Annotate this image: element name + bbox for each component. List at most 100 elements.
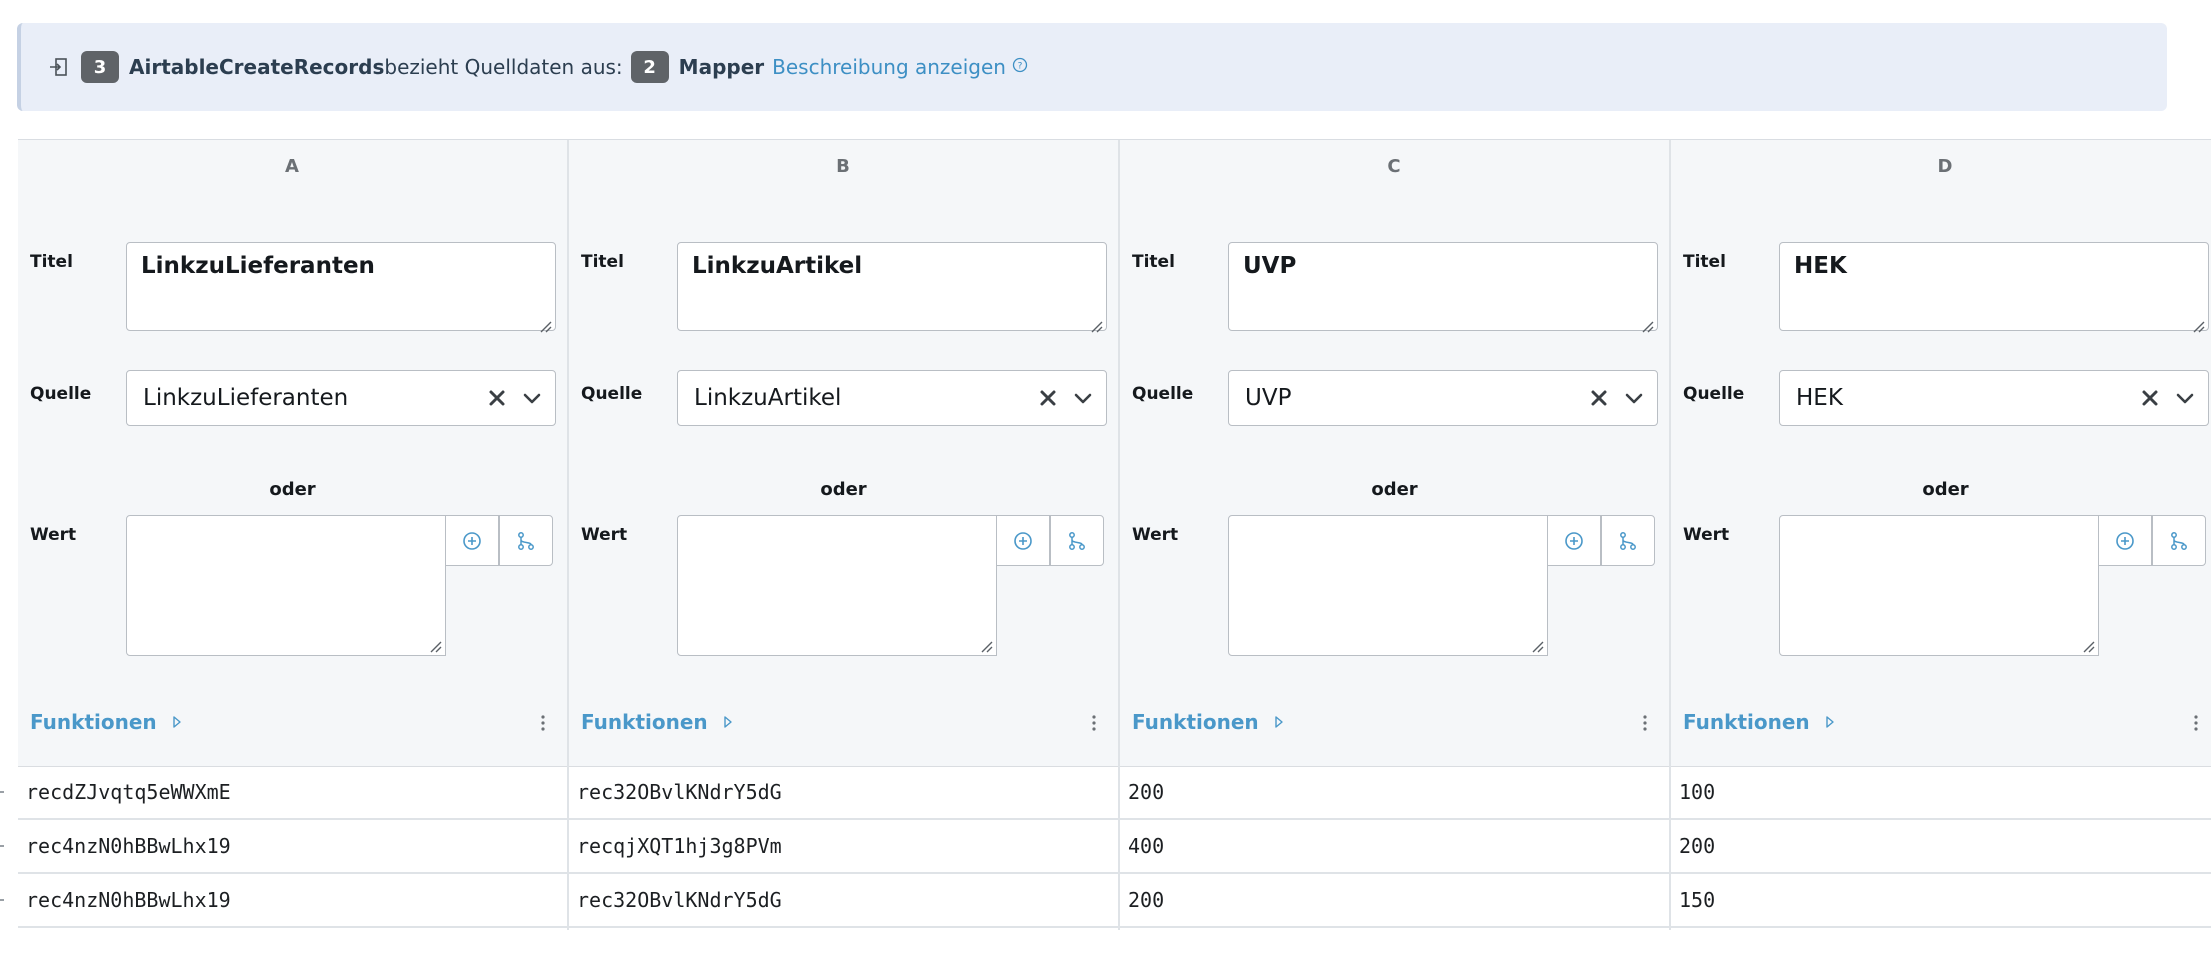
table-cell: rec4nzN0hBBwLhx19 — [18, 874, 567, 928]
insert-variable-button[interactable] — [996, 515, 1050, 566]
resize-handle-icon[interactable] — [428, 638, 442, 653]
titel-label: Titel — [1683, 252, 1726, 272]
table-cell: recdZJvqtq5eWWXmE — [18, 766, 567, 820]
mapping-column: B Titel LinkzuArtikel Quelle LinkzuArtik… — [569, 140, 1120, 930]
branch-icon — [2168, 530, 2190, 552]
funktionen-toggle[interactable]: Funktionen — [1132, 710, 1285, 734]
help-circle-icon[interactable]: ? — [1012, 54, 1028, 73]
funktionen-label: Funktionen — [1132, 710, 1259, 734]
titel-textarea[interactable]: LinkzuLieferanten — [126, 242, 556, 333]
more-vertical-icon[interactable] — [1090, 712, 1098, 734]
chevron-down-icon[interactable] — [521, 387, 543, 409]
source-step-badge: 2 — [630, 51, 669, 83]
clear-icon[interactable] — [487, 388, 507, 408]
svg-text:?: ? — [1018, 62, 1023, 72]
titel-value: LinkzuArtikel — [692, 253, 863, 279]
resize-handle-icon[interactable] — [2081, 638, 2095, 653]
chevron-down-icon[interactable] — [1623, 387, 1645, 409]
table-cell: 200 — [1120, 874, 1669, 928]
quelle-label: Quelle — [581, 384, 643, 404]
step-name: AirtableCreateRecords — [129, 55, 385, 79]
column-header: D Titel HEK Quelle HEK oder Wert Funktio… — [1671, 140, 2211, 767]
titel-textarea[interactable]: HEK — [1779, 242, 2209, 333]
column-letter: D — [1937, 156, 1954, 177]
source-info-banner: 3 AirtableCreateRecords bezieht Quelldat… — [17, 23, 2167, 111]
quelle-value: UVP — [1245, 385, 1292, 411]
source-step-name: Mapper — [678, 55, 765, 79]
wert-textarea[interactable] — [677, 515, 997, 656]
insert-variable-button[interactable] — [445, 515, 499, 566]
funktionen-toggle[interactable]: Funktionen — [1683, 710, 1836, 734]
sign-in-icon — [47, 56, 69, 78]
titel-textarea[interactable]: UVP — [1228, 242, 1658, 333]
caret-right-icon — [1810, 716, 1836, 728]
clear-icon[interactable] — [2140, 388, 2160, 408]
table-cell: 150 — [1671, 874, 2211, 928]
caret-right-icon — [157, 716, 183, 728]
more-vertical-icon[interactable] — [1641, 712, 1649, 734]
column-letter: A — [285, 156, 300, 177]
quelle-select[interactable]: HEK — [1779, 370, 2209, 426]
branch-icon — [515, 530, 537, 552]
show-description-link[interactable]: Beschreibung anzeigen — [772, 55, 1006, 79]
titel-label: Titel — [581, 252, 624, 272]
resize-handle-icon[interactable] — [979, 638, 993, 653]
column-letter: C — [1387, 156, 1402, 177]
branch-icon — [1066, 530, 1088, 552]
quelle-value: LinkzuArtikel — [694, 385, 842, 411]
resize-handle-icon[interactable] — [1530, 638, 1544, 653]
plus-circle-icon — [1563, 530, 1585, 552]
funktionen-label: Funktionen — [30, 710, 157, 734]
table-cell: recqjXQT1hj3g8PVm — [569, 820, 1118, 874]
map-field-button[interactable] — [2152, 515, 2206, 566]
funktionen-toggle[interactable]: Funktionen — [581, 710, 734, 734]
resize-handle-icon[interactable] — [2191, 313, 2205, 333]
wert-label: Wert — [1132, 525, 1179, 545]
quelle-select[interactable]: LinkzuArtikel — [677, 370, 1107, 426]
chevron-down-icon[interactable] — [1072, 387, 1094, 409]
titel-textarea[interactable]: LinkzuArtikel — [677, 242, 1107, 333]
caret-right-icon — [708, 716, 734, 728]
column-letter: B — [836, 156, 851, 177]
table-cell: rec32OBvlKNdrY5dG — [569, 766, 1118, 820]
column-header: B Titel LinkzuArtikel Quelle LinkzuArtik… — [569, 140, 1118, 767]
titel-value: LinkzuLieferanten — [141, 253, 375, 279]
row-marker — [0, 845, 4, 847]
mapping-column: D Titel HEK Quelle HEK oder Wert Funktio… — [1671, 140, 2211, 930]
funktionen-toggle[interactable]: Funktionen — [30, 710, 183, 734]
quelle-label: Quelle — [1132, 384, 1194, 404]
clear-icon[interactable] — [1589, 388, 1609, 408]
insert-variable-button[interactable] — [2098, 515, 2152, 566]
resize-handle-icon[interactable] — [1640, 313, 1654, 333]
plus-circle-icon — [2114, 530, 2136, 552]
wert-textarea[interactable] — [126, 515, 446, 656]
wert-label: Wert — [581, 525, 628, 545]
more-vertical-icon[interactable] — [2192, 712, 2200, 734]
wert-label: Wert — [1683, 525, 1730, 545]
more-vertical-icon[interactable] — [539, 712, 547, 734]
table-cell: 400 — [1120, 820, 1669, 874]
resize-handle-icon[interactable] — [538, 313, 552, 333]
plus-circle-icon — [461, 530, 483, 552]
wert-label: Wert — [30, 525, 77, 545]
step-number-badge: 3 — [81, 51, 119, 83]
titel-value: UVP — [1243, 253, 1297, 279]
quelle-select[interactable]: UVP — [1228, 370, 1658, 426]
clear-icon[interactable] — [1038, 388, 1058, 408]
insert-variable-button[interactable] — [1547, 515, 1601, 566]
funktionen-label: Funktionen — [581, 710, 708, 734]
oder-separator: oder — [820, 479, 867, 500]
wert-textarea[interactable] — [1228, 515, 1548, 656]
row-marker — [0, 791, 4, 793]
map-field-button[interactable] — [499, 515, 553, 566]
quelle-value: HEK — [1796, 385, 1843, 411]
chevron-down-icon[interactable] — [2174, 387, 2196, 409]
resize-handle-icon[interactable] — [1089, 313, 1103, 333]
source-info-text: bezieht Quelldaten aus: — [384, 55, 623, 79]
map-field-button[interactable] — [1601, 515, 1655, 566]
wert-textarea[interactable] — [1779, 515, 2099, 656]
quelle-select[interactable]: LinkzuLieferanten — [126, 370, 556, 426]
oder-separator: oder — [269, 479, 316, 500]
titel-value: HEK — [1794, 253, 1847, 279]
map-field-button[interactable] — [1050, 515, 1104, 566]
